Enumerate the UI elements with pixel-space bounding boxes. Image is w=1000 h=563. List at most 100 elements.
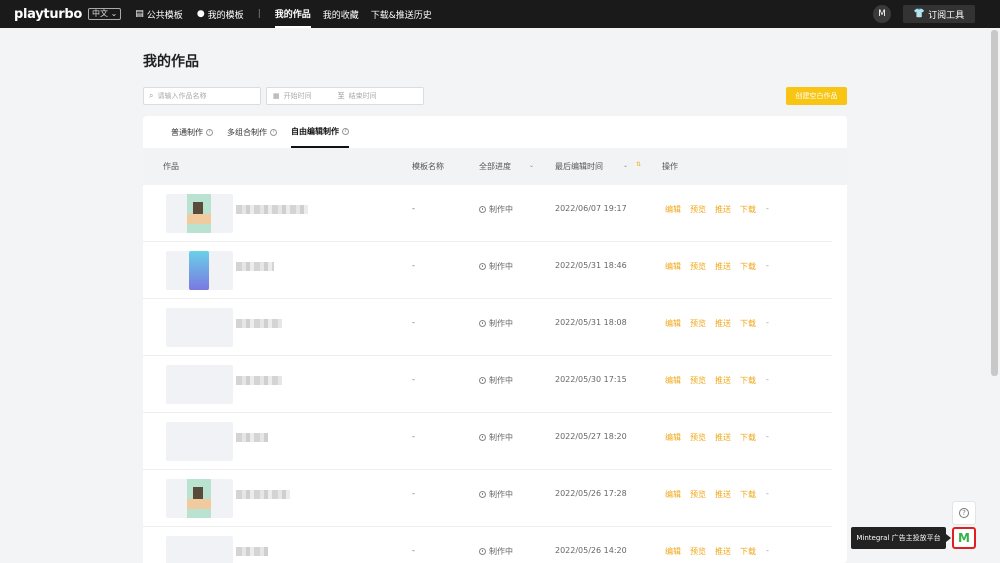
push-link[interactable]: 推送: [715, 261, 731, 272]
nav-public-templates[interactable]: ▤ 公共模板: [135, 0, 183, 28]
work-name-redacted[interactable]: [236, 490, 290, 499]
avatar[interactable]: M: [873, 5, 891, 23]
store-icon: ▤: [135, 9, 144, 19]
push-link[interactable]: 推送: [715, 318, 731, 329]
download-link[interactable]: 下载: [740, 318, 756, 329]
push-link[interactable]: 推送: [715, 432, 731, 443]
preview-link[interactable]: 预览: [690, 432, 706, 443]
help-button[interactable]: ?: [952, 501, 976, 525]
work-name-redacted[interactable]: [236, 376, 282, 385]
status-cell: 制作中: [479, 489, 513, 500]
help-icon[interactable]: ?: [206, 128, 213, 136]
nav-my-works[interactable]: 我的作品: [274, 0, 311, 28]
edit-link[interactable]: 编辑: [665, 432, 681, 443]
status-cell: 制作中: [479, 204, 513, 215]
clock-icon: [479, 548, 486, 555]
work-thumbnail[interactable]: [166, 422, 233, 461]
question-icon: ?: [959, 508, 969, 518]
date-range-picker[interactable]: ▦ 开始时间 至 结束时间: [266, 87, 424, 105]
template-name-cell: -: [412, 546, 415, 555]
status-cell: 制作中: [479, 318, 513, 329]
header-progress[interactable]: 全部进度: [479, 161, 511, 172]
chevron-down-icon[interactable]: ⌄: [529, 162, 534, 169]
last-edit-time-cell: 2022/05/27 18:20: [555, 432, 627, 441]
work-thumbnail[interactable]: [166, 308, 233, 347]
push-link[interactable]: 推送: [715, 375, 731, 386]
template-name-cell: -: [412, 432, 415, 441]
work-name-redacted[interactable]: [236, 262, 274, 271]
work-name-redacted[interactable]: [236, 433, 268, 442]
user-icon: ●: [196, 9, 205, 19]
edit-link[interactable]: 编辑: [665, 261, 681, 272]
more-dash: -: [766, 261, 769, 270]
preview-link[interactable]: 预览: [690, 546, 706, 557]
preview-link[interactable]: 预览: [690, 318, 706, 329]
search-input[interactable]: ⌕ 请输入作品名称: [143, 87, 261, 105]
help-icon[interactable]: ?: [342, 127, 349, 135]
preview-link[interactable]: 预览: [690, 489, 706, 500]
sort-icon[interactable]: ⇅: [636, 161, 641, 168]
edit-link[interactable]: 编辑: [665, 489, 681, 500]
push-link[interactable]: 推送: [715, 546, 731, 557]
work-thumbnail[interactable]: [166, 194, 233, 233]
template-name-cell: -: [412, 261, 415, 270]
mintegral-button[interactable]: M: [952, 527, 976, 549]
push-link[interactable]: 推送: [715, 489, 731, 500]
clock-icon: [479, 263, 486, 270]
status-cell: 制作中: [479, 375, 513, 386]
last-edit-time-cell: 2022/05/31 18:08: [555, 318, 627, 327]
subscribe-tool-button[interactable]: 👕 订阅工具: [903, 5, 975, 23]
nav-download-history[interactable]: 下载&推送历史: [371, 0, 432, 28]
preview-link[interactable]: 预览: [690, 204, 706, 215]
download-link[interactable]: 下载: [740, 204, 756, 215]
chevron-down-icon[interactable]: ⌄: [623, 162, 628, 169]
work-thumbnail[interactable]: [166, 365, 233, 404]
header-last-edit-time[interactable]: 最后编辑时间: [555, 161, 603, 172]
help-icon[interactable]: ?: [270, 128, 277, 136]
calendar-icon: ▦: [273, 92, 280, 100]
last-edit-time-cell: 2022/05/30 17:15: [555, 375, 627, 384]
work-thumbnail[interactable]: [166, 479, 233, 518]
status-cell: 制作中: [479, 261, 513, 272]
nav-my-favorites[interactable]: 我的收藏: [323, 0, 359, 28]
preview-link[interactable]: 预览: [690, 261, 706, 272]
table-row: [143, 527, 832, 563]
download-link[interactable]: 下载: [740, 375, 756, 386]
scrollbar-thumb[interactable]: [991, 30, 998, 376]
tab-free-edit[interactable]: 自由编辑制作?: [291, 116, 349, 148]
tab-multi-combo[interactable]: 多组合制作?: [227, 116, 277, 148]
download-link[interactable]: 下载: [740, 261, 756, 272]
status-cell: 制作中: [479, 546, 513, 557]
create-blank-work-button[interactable]: 创建空白作品: [786, 87, 847, 105]
work-name-redacted[interactable]: [236, 205, 308, 214]
work-name-redacted[interactable]: [236, 319, 282, 328]
subscribe-label: 订阅工具: [928, 10, 965, 21]
playturbo-logo[interactable]: playturbo: [14, 7, 82, 22]
date-end-field[interactable]: 结束时间: [349, 91, 377, 101]
tab-normal[interactable]: 普通制作?: [171, 116, 213, 148]
template-name-cell: -: [412, 375, 415, 384]
status-cell: 制作中: [479, 432, 513, 443]
push-link[interactable]: 推送: [715, 204, 731, 215]
nav-my-templates[interactable]: ● 我的模板: [197, 0, 244, 28]
edit-link[interactable]: 编辑: [665, 318, 681, 329]
more-dash: -: [766, 489, 769, 498]
work-thumbnail[interactable]: [166, 251, 233, 290]
clock-icon: [479, 377, 486, 384]
edit-link[interactable]: 编辑: [665, 204, 681, 215]
download-link[interactable]: 下载: [740, 432, 756, 443]
more-dash: -: [766, 375, 769, 384]
language-select[interactable]: 中文 ⌄: [88, 8, 122, 20]
header-actions: 操作: [662, 162, 678, 171]
preview-link[interactable]: 预览: [690, 375, 706, 386]
edit-link[interactable]: 编辑: [665, 375, 681, 386]
work-thumbnail[interactable]: [166, 536, 233, 563]
edit-link[interactable]: 编辑: [665, 546, 681, 557]
date-start-field[interactable]: 开始时间: [284, 91, 334, 101]
last-edit-time-cell: 2022/05/26 17:28: [555, 489, 627, 498]
download-link[interactable]: 下载: [740, 546, 756, 557]
work-name-redacted[interactable]: [236, 547, 268, 556]
download-link[interactable]: 下载: [740, 489, 756, 500]
last-edit-time-cell: 2022/05/26 14:20: [555, 546, 627, 555]
date-separator: 至: [337, 92, 345, 100]
